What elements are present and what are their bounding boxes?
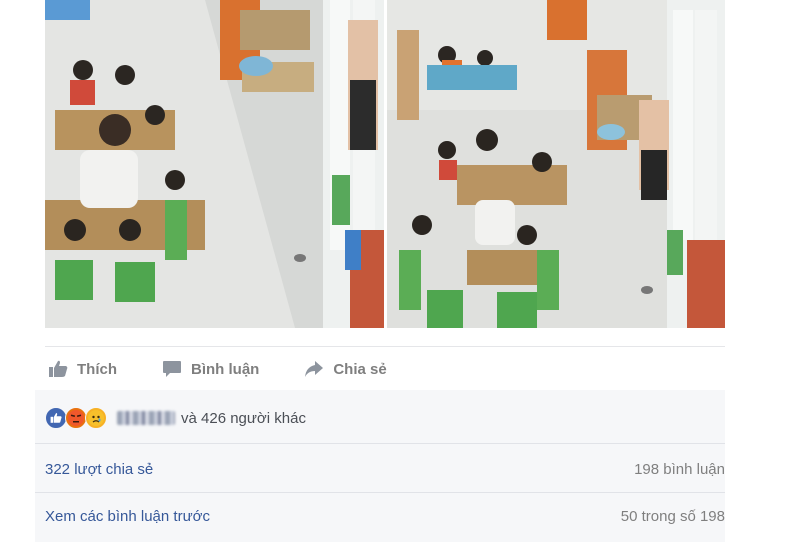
like-label: Thích	[77, 360, 117, 378]
photo-grid	[45, 0, 725, 328]
shares-count-link[interactable]: 322 lượt chia sẻ	[45, 461, 153, 478]
comment-button[interactable]: Bình luận	[161, 359, 259, 379]
angry-reaction-icon	[65, 407, 87, 429]
blurred-user-name	[117, 411, 175, 425]
post-photo-left[interactable]	[45, 0, 384, 328]
stats-row: 322 lượt chia sẻ 198 bình luận	[45, 457, 725, 481]
post-photo-right[interactable]	[387, 0, 725, 328]
share-button[interactable]: Chia sẻ	[303, 359, 387, 379]
facebook-post: Thích Bình luận Chia sẻ và 426 người khá…	[0, 0, 800, 542]
comment-label: Bình luận	[191, 360, 260, 378]
view-previous-comments-link[interactable]: Xem các bình luận trước	[45, 508, 210, 525]
sad-reaction-icon	[85, 407, 107, 429]
post-summary-panel: và 426 người khác 322 lượt chia sẻ 198 b…	[35, 390, 725, 542]
classroom-photo-right	[387, 0, 725, 328]
classroom-photo-left	[45, 0, 384, 328]
comment-icon	[161, 359, 183, 379]
divider	[35, 492, 725, 493]
post-action-bar: Thích Bình luận Chia sẻ	[45, 346, 725, 391]
thumbs-up-icon	[47, 359, 69, 379]
comments-count-text: 198 bình luận	[634, 460, 725, 478]
divider	[35, 443, 725, 444]
like-reaction-icon	[45, 407, 67, 429]
share-label: Chia sẻ	[333, 360, 387, 378]
share-arrow-icon	[303, 359, 325, 379]
reactions-count-text: và 426 người khác	[181, 409, 306, 427]
reactions-row[interactable]: và 426 người khác	[45, 404, 306, 432]
like-button[interactable]: Thích	[47, 359, 117, 379]
view-comments-row: Xem các bình luận trước 50 trong số 198	[45, 504, 725, 528]
comment-pagination-text: 50 trong số 198	[620, 507, 725, 525]
